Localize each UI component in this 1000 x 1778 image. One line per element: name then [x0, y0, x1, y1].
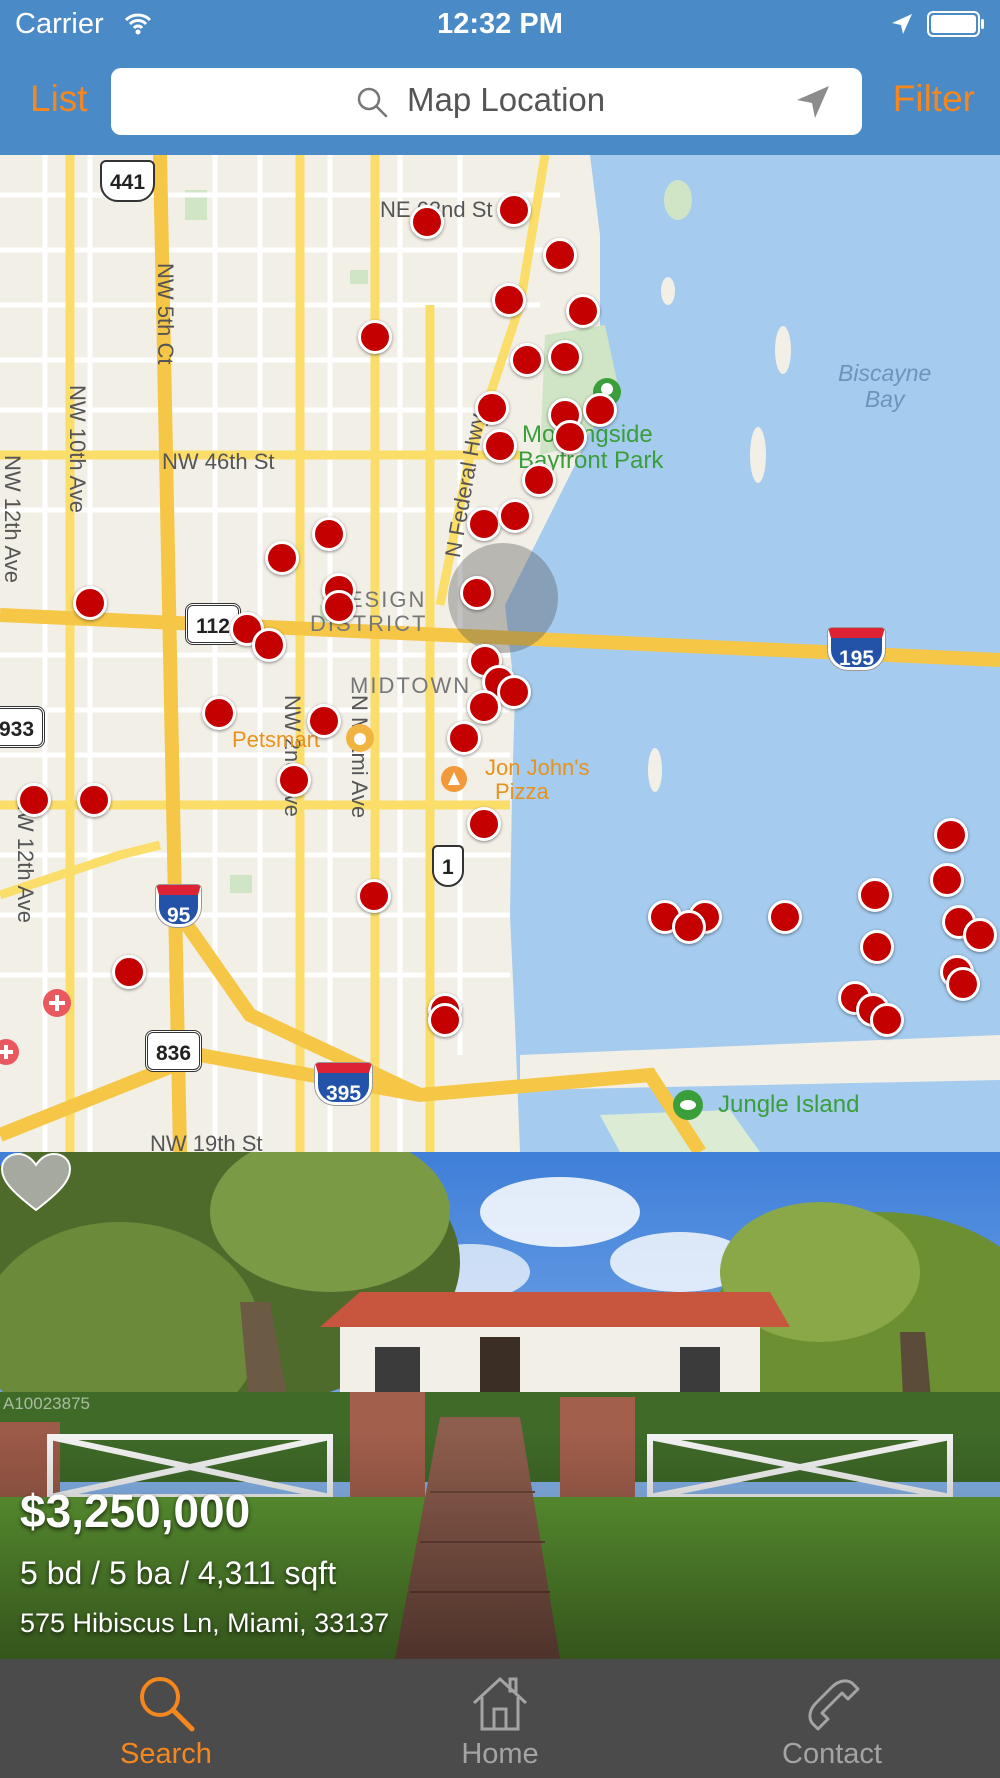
map-street-label: N Miami Ave	[347, 695, 372, 819]
battery-icon	[927, 11, 984, 37]
park-label: Jungle Island	[718, 1091, 860, 1118]
property-marker[interactable]	[312, 517, 346, 551]
listing-card[interactable]: A10023875 $3,250,000 5 bd / 5 ba / 4,311…	[0, 1152, 1000, 1659]
park-label: Morningside	[522, 421, 653, 448]
property-marker[interactable]	[307, 704, 341, 738]
pizza-icon	[441, 766, 467, 792]
property-marker[interactable]	[548, 340, 582, 374]
property-marker[interactable]	[358, 320, 392, 354]
property-marker[interactable]	[860, 930, 894, 964]
home-icon	[472, 1676, 528, 1731]
route-shield: 441	[100, 160, 156, 202]
poi-label: Pizza	[495, 779, 549, 804]
map-street-label: NW 10th Ave	[65, 385, 90, 513]
property-marker[interactable]	[265, 541, 299, 575]
district-label: MIDTOWN	[350, 673, 472, 698]
property-marker[interactable]	[497, 193, 531, 227]
listing-price: $3,250,000	[20, 1485, 251, 1537]
listing-specs: 5 bd / 5 ba / 4,311 sqft	[20, 1555, 337, 1591]
property-marker[interactable]	[252, 628, 286, 662]
listing-address: 575 Hibiscus Ln, Miami, 33137	[20, 1608, 390, 1638]
location-arrow-icon	[892, 14, 912, 34]
property-marker[interactable]	[467, 690, 501, 724]
route-shield: 836	[145, 1030, 203, 1072]
property-marker[interactable]	[467, 807, 501, 841]
property-marker[interactable]	[467, 507, 501, 541]
route-shield: 95	[156, 885, 202, 927]
property-marker[interactable]	[946, 967, 980, 1001]
tab-label: Home	[461, 1738, 539, 1770]
map-street-label: NW 5th Ct	[153, 263, 178, 365]
header: Carrier 12:32 PM List Map Location Filte…	[0, 0, 1000, 155]
route-shield: 933	[0, 706, 46, 748]
property-marker[interactable]	[277, 763, 311, 797]
zoo-icon	[673, 1090, 703, 1120]
property-marker[interactable]	[583, 393, 617, 427]
search-icon	[357, 87, 388, 118]
search-placeholder: Map Location	[407, 81, 606, 118]
property-marker[interactable]	[428, 1003, 462, 1037]
property-marker[interactable]	[112, 955, 146, 989]
property-marker[interactable]	[858, 878, 892, 912]
status-bar: Carrier 12:32 PM	[0, 0, 1000, 50]
route-shield: 1	[432, 845, 464, 887]
property-marker[interactable]	[930, 863, 964, 897]
property-marker[interactable]	[410, 205, 444, 239]
water-label-line: Biscayne	[838, 360, 932, 386]
search-icon	[140, 1677, 195, 1732]
hospital-icon	[0, 1039, 19, 1065]
property-marker[interactable]	[475, 391, 509, 425]
property-marker[interactable]	[447, 721, 481, 755]
property-marker[interactable]	[672, 910, 706, 944]
property-marker[interactable]	[497, 675, 531, 709]
property-marker[interactable]	[77, 783, 111, 817]
property-marker[interactable]	[553, 420, 587, 454]
map-street-label: NW 46th St	[162, 449, 275, 474]
water-label-line: Bay	[864, 386, 905, 412]
property-marker[interactable]	[73, 586, 107, 620]
filter-button[interactable]: Filter	[893, 78, 975, 120]
property-marker[interactable]	[483, 429, 517, 463]
property-marker[interactable]	[543, 238, 577, 272]
favorite-heart-icon[interactable]	[0, 1152, 72, 1214]
property-marker[interactable]	[357, 879, 391, 913]
property-marker[interactable]	[492, 283, 526, 317]
tab-search[interactable]: Search	[56, 1659, 276, 1778]
property-marker[interactable]	[202, 696, 236, 730]
property-marker[interactable]	[566, 294, 600, 328]
property-marker[interactable]	[322, 590, 356, 624]
current-location-icon[interactable]	[793, 82, 833, 122]
mls-id: A10023875	[3, 1394, 90, 1413]
property-marker[interactable]	[870, 1003, 904, 1037]
nav-bar: List Map Location Filter	[0, 66, 1000, 136]
map-street-label: NW 12th Ave	[0, 455, 25, 583]
tab-bar: Search Home Contact	[0, 1659, 1000, 1778]
phone-icon	[808, 1679, 860, 1731]
property-marker[interactable]	[522, 463, 556, 497]
map-street-label: NW 19th St	[150, 1131, 263, 1152]
map-street-label: NW 2nd Ave	[280, 695, 305, 817]
tab-home[interactable]: Home	[390, 1659, 610, 1778]
poi-label: Petsmart	[232, 727, 321, 752]
property-marker[interactable]	[934, 818, 968, 852]
search-input[interactable]: Map Location	[111, 68, 862, 135]
property-marker[interactable]	[510, 343, 544, 377]
pet-store-icon	[346, 724, 374, 752]
property-marker[interactable]	[460, 576, 494, 610]
poi-label: Jon John's	[485, 755, 590, 780]
route-shield: 195	[828, 628, 886, 670]
tab-contact[interactable]: Contact	[722, 1659, 942, 1778]
status-time: 12:32 PM	[437, 8, 563, 40]
tab-label: Search	[120, 1738, 212, 1770]
water-label: Biscayne Bay	[838, 360, 931, 412]
list-button[interactable]: List	[30, 78, 88, 120]
map-view[interactable]: NE 62nd St NW 5th Ct NW 10th Ave NW 12th…	[0, 155, 1000, 1152]
hospital-icon	[43, 989, 71, 1017]
property-marker[interactable]	[768, 900, 802, 934]
route-shield: 395	[315, 1063, 373, 1105]
property-marker[interactable]	[963, 918, 997, 952]
property-marker[interactable]	[17, 783, 51, 817]
property-marker[interactable]	[498, 499, 532, 533]
tab-label: Contact	[782, 1738, 882, 1770]
